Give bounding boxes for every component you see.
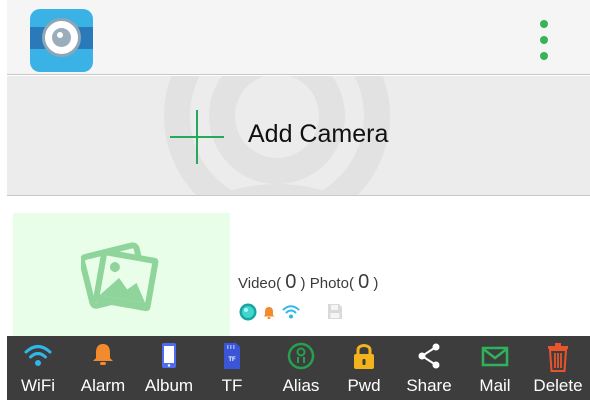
- alarm-label: Alarm: [80, 376, 126, 395]
- more-options-icon[interactable]: [537, 20, 551, 62]
- video-count: 0: [285, 271, 297, 293]
- photo-label: Photo: [309, 275, 349, 292]
- video-label: Video: [238, 275, 277, 292]
- bell-icon: [93, 344, 113, 365]
- share-label: Share: [406, 376, 452, 395]
- camera-app-logo-icon: [30, 9, 93, 72]
- trash-icon: [548, 343, 568, 372]
- add-camera-button[interactable]: Add Camera: [7, 76, 590, 196]
- tf-card-button[interactable]: TF TF: [207, 336, 257, 400]
- mail-button[interactable]: Mail: [470, 336, 520, 400]
- share-button[interactable]: Share: [400, 336, 458, 400]
- alarm-button[interactable]: Alarm: [75, 336, 131, 400]
- tf-card-icon: TF: [224, 343, 240, 369]
- delete-label: Delete: [533, 376, 583, 395]
- tf-label: TF: [221, 376, 243, 395]
- camera-toolbar: WiFi Alarm Album TF TF Alias Pwd Share M…: [7, 336, 590, 400]
- plus-icon: [170, 110, 224, 164]
- wifi-icon: [282, 305, 300, 319]
- mail-label: Mail: [479, 376, 511, 395]
- online-status-icon: [239, 303, 257, 321]
- app-header: [7, 0, 590, 75]
- album-label: Album: [144, 376, 194, 395]
- sd-card-icon: [328, 304, 342, 319]
- alias-user-icon: [287, 342, 315, 370]
- alias-label: Alias: [282, 376, 320, 395]
- pwd-label: Pwd: [347, 376, 381, 395]
- camera-thumbnail[interactable]: [13, 213, 230, 336]
- add-camera-label: Add Camera: [248, 120, 389, 148]
- photo-count: 0: [358, 271, 370, 293]
- lock-icon: [354, 344, 374, 369]
- camera-list-item[interactable]: Video( 0 ) Photo( 0 ): [0, 205, 590, 336]
- album-button[interactable]: Album: [140, 336, 198, 400]
- media-counts: Video( 0 ) Photo( 0 ): [238, 271, 379, 293]
- image-placeholder-icon: [81, 242, 159, 312]
- svg-text:TF: TF: [228, 357, 236, 363]
- delete-button[interactable]: Delete: [529, 336, 587, 400]
- alias-button[interactable]: Alias: [273, 336, 329, 400]
- share-icon: [418, 343, 440, 369]
- wifi-icon: [24, 345, 52, 366]
- wifi-label: WiFi: [21, 376, 55, 395]
- wifi-button[interactable]: WiFi: [10, 336, 66, 400]
- mail-icon: [481, 346, 509, 367]
- alarm-bell-icon: [263, 307, 275, 319]
- password-button[interactable]: Pwd: [338, 336, 390, 400]
- phone-album-icon: [162, 343, 176, 368]
